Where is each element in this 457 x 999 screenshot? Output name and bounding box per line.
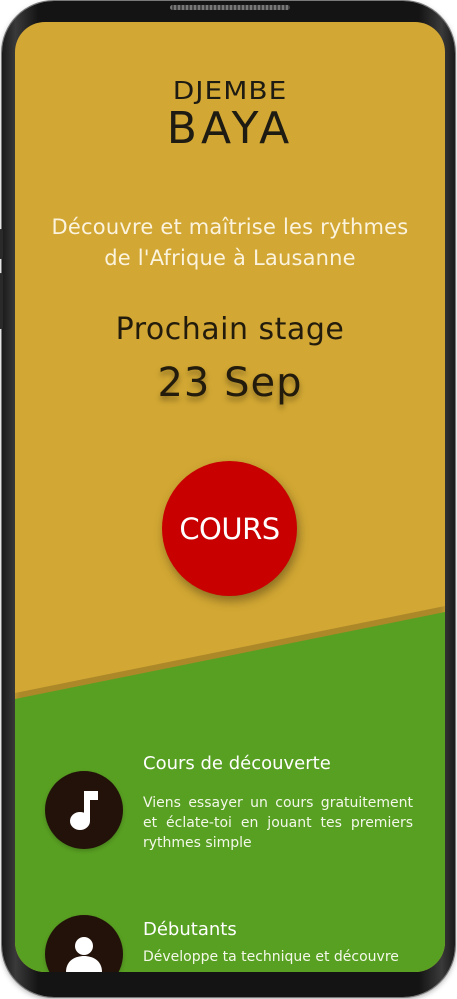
next-course-label: Prochain stage — [115, 312, 345, 347]
tagline-line1: Découvre et maîtrise les rythmes — [51, 215, 409, 239]
feature-description: Développe ta technique et découvre — [143, 949, 399, 965]
feature-description: Viens essayer un cours gratuitement et é… — [143, 795, 413, 851]
app-screen: DJEMBE BAYA Découvre et maîtrise les ryt… — [15, 22, 445, 972]
earpiece-speaker — [170, 5, 290, 10]
brand-logo-line2: BAYA — [166, 103, 294, 154]
cours-button-label: COURS — [179, 511, 280, 546]
tagline: Découvre et maîtrise les rythmes de l'Af… — [35, 212, 425, 274]
brand-logo-line1: DJEMBE — [172, 75, 288, 106]
power-button — [0, 273, 3, 329]
user-icon — [66, 937, 102, 972]
music-note-icon — [70, 791, 98, 830]
tagline-line2: de l'Afrique à Lausanne — [104, 246, 356, 270]
next-course-date: 23 Sep — [157, 360, 303, 406]
brand-logo: DJEMBE BAYA — [15, 74, 445, 164]
feature-title: Cours de découverte — [143, 753, 331, 774]
feature-title: Débutants — [143, 919, 237, 940]
feature-icon-circle — [45, 771, 123, 849]
cours-button[interactable]: COURS — [162, 461, 297, 596]
volume-button — [0, 229, 3, 259]
